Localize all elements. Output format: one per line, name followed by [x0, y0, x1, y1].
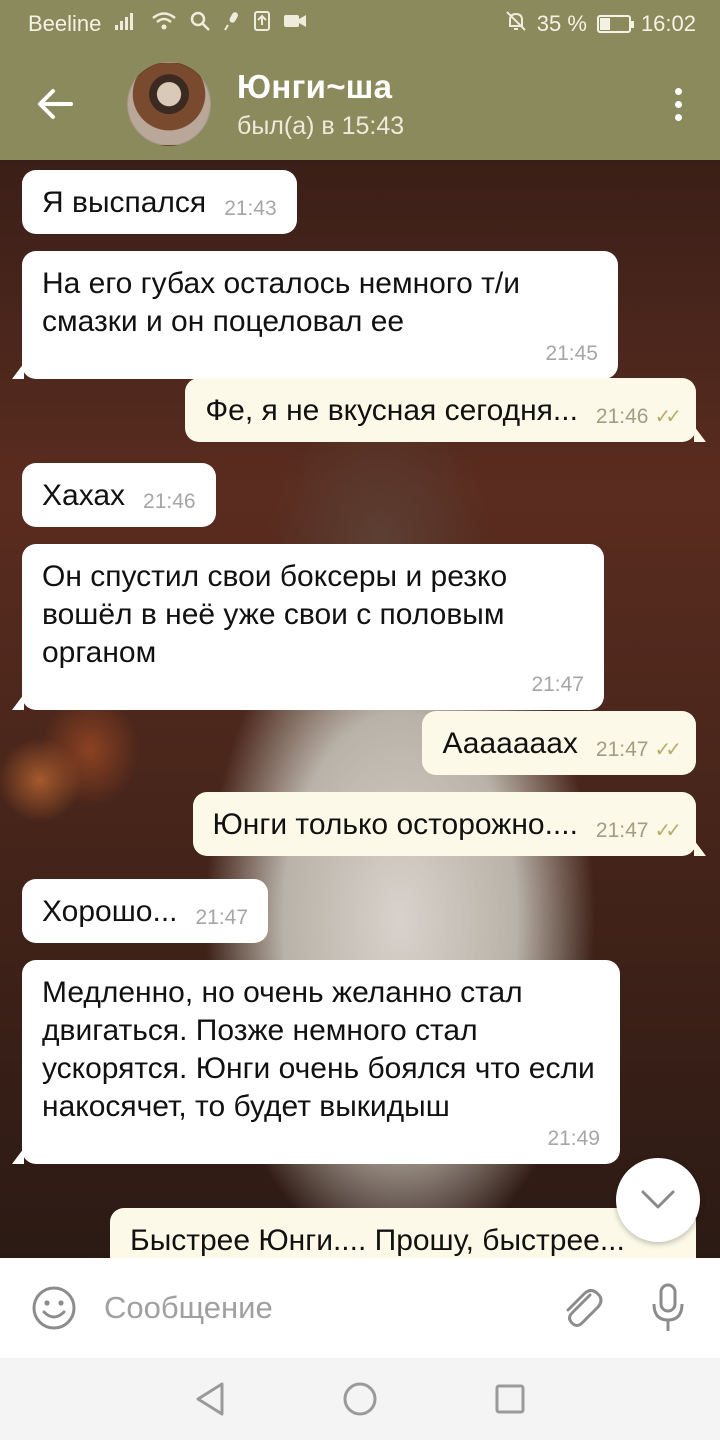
message-time: 21:46: [595, 405, 649, 428]
attach-button[interactable]: [558, 1284, 606, 1332]
message-time: 21:46: [143, 490, 196, 513]
scroll-down-button[interactable]: [616, 1158, 700, 1242]
message-bubble[interactable]: Юнги только осторожно.... 21:47 ✓✓: [192, 792, 706, 856]
battery-percent: 35 %: [536, 11, 587, 36]
emoji-button[interactable]: [30, 1284, 78, 1332]
message-text: Фе, я не вкусная сегодня...: [205, 394, 578, 427]
message-time: 21:47: [195, 906, 249, 929]
paperclip-icon: [566, 1289, 603, 1327]
message-text: На его губах осталось немного т/и смазки…: [42, 267, 520, 338]
chat-header: Юнги~ша был(а) в 15:43: [0, 48, 720, 160]
mic-status-icon: [223, 10, 241, 38]
voice-record-button[interactable]: [648, 1281, 688, 1335]
message-time: 21:43: [224, 197, 277, 220]
message-time-wrap: 21:46 ✓✓: [595, 404, 682, 430]
system-nav-bar: [0, 1358, 720, 1440]
message-time: 21:45: [545, 342, 598, 365]
message-text: Юнги только осторожно....: [212, 808, 578, 841]
message-list[interactable]: Я выспался 21:43 На его губах осталось не…: [0, 160, 720, 1258]
message-time: 21:47: [595, 819, 649, 842]
video-icon: [283, 12, 307, 36]
chat-title-block[interactable]: Юнги~ша был(а) в 15:43: [237, 68, 404, 141]
message-input[interactable]: [104, 1278, 524, 1338]
last-seen-status: был(а) в 15:43: [237, 111, 405, 140]
message-time-wrap: 21:47 ✓✓: [595, 737, 682, 763]
more-menu-button[interactable]: [666, 74, 690, 134]
nav-home-button[interactable]: [340, 1379, 380, 1419]
message-text: Я выспался: [42, 186, 207, 219]
message-bubble[interactable]: На его губах осталось немного т/и смазки…: [12, 251, 618, 379]
nav-back-button[interactable]: [190, 1379, 230, 1419]
signal-icon: [113, 11, 139, 37]
mute-bell-icon: [505, 10, 527, 38]
double-check-icon: ✓✓: [654, 820, 681, 842]
more-vertical-icon: [674, 87, 682, 95]
circle-home-icon: [343, 1382, 377, 1416]
triangle-back-icon: [196, 1382, 224, 1416]
message-bubble[interactable]: Хорошо... 21:47: [22, 879, 269, 943]
message-bubble[interactable]: Я выспался 21:43: [22, 170, 297, 234]
smile-icon: [32, 1286, 76, 1330]
carrier-name: Beeline: [28, 11, 102, 36]
chat-title: Юнги~ша: [237, 67, 393, 105]
compose-bar: [0, 1258, 720, 1358]
message-time: 21:47: [595, 738, 649, 761]
avatar[interactable]: [127, 62, 211, 146]
clock: 16:02: [640, 11, 696, 36]
battery-icon: [596, 15, 634, 33]
square-recents-icon: [495, 1384, 525, 1414]
upload-icon: [253, 10, 271, 38]
message-bubble[interactable]: Быстрее Юнги.... Прошу, быстрее...: [110, 1208, 696, 1258]
search-icon: [189, 10, 211, 38]
message-time-wrap: 21:47 ✓✓: [595, 818, 682, 844]
message-bubble[interactable]: Он спустил свои боксеры и резко вошёл в …: [12, 544, 604, 710]
message-text: Медленно, но очень желанно стал двигатьс…: [42, 976, 595, 1123]
microphone-icon: [652, 1283, 684, 1331]
arrow-left-icon: [38, 89, 73, 119]
message-bubble[interactable]: Аааааaах 21:47 ✓✓: [422, 711, 696, 775]
message-text: Быстрее Юнги.... Прошу, быстрее...: [130, 1224, 625, 1257]
message-text: Аааааaах: [442, 727, 578, 760]
nav-recents-button[interactable]: [490, 1379, 530, 1419]
message-bubble[interactable]: Хахах 21:46: [22, 463, 216, 527]
message-bubble[interactable]: Медленно, но очень желанно стал двигатьс…: [12, 960, 620, 1164]
back-button[interactable]: [25, 74, 85, 134]
double-check-icon: ✓✓: [654, 406, 681, 428]
message-text: Он спустил свои боксеры и резко вошёл в …: [42, 560, 508, 669]
wifi-icon: [151, 10, 177, 38]
message-time: 21:47: [531, 673, 584, 696]
status-bar: Beeline 35 % 16:02: [0, 0, 720, 48]
message-bubble[interactable]: Фе, я не вкусная сегодня... 21:46 ✓✓: [185, 378, 706, 442]
double-check-icon: ✓✓: [654, 739, 681, 761]
message-text: Хорошо...: [42, 895, 178, 928]
message-time: 21:49: [547, 1127, 600, 1150]
chevron-down-icon: [641, 1190, 675, 1209]
message-text: Хахах: [42, 479, 126, 512]
